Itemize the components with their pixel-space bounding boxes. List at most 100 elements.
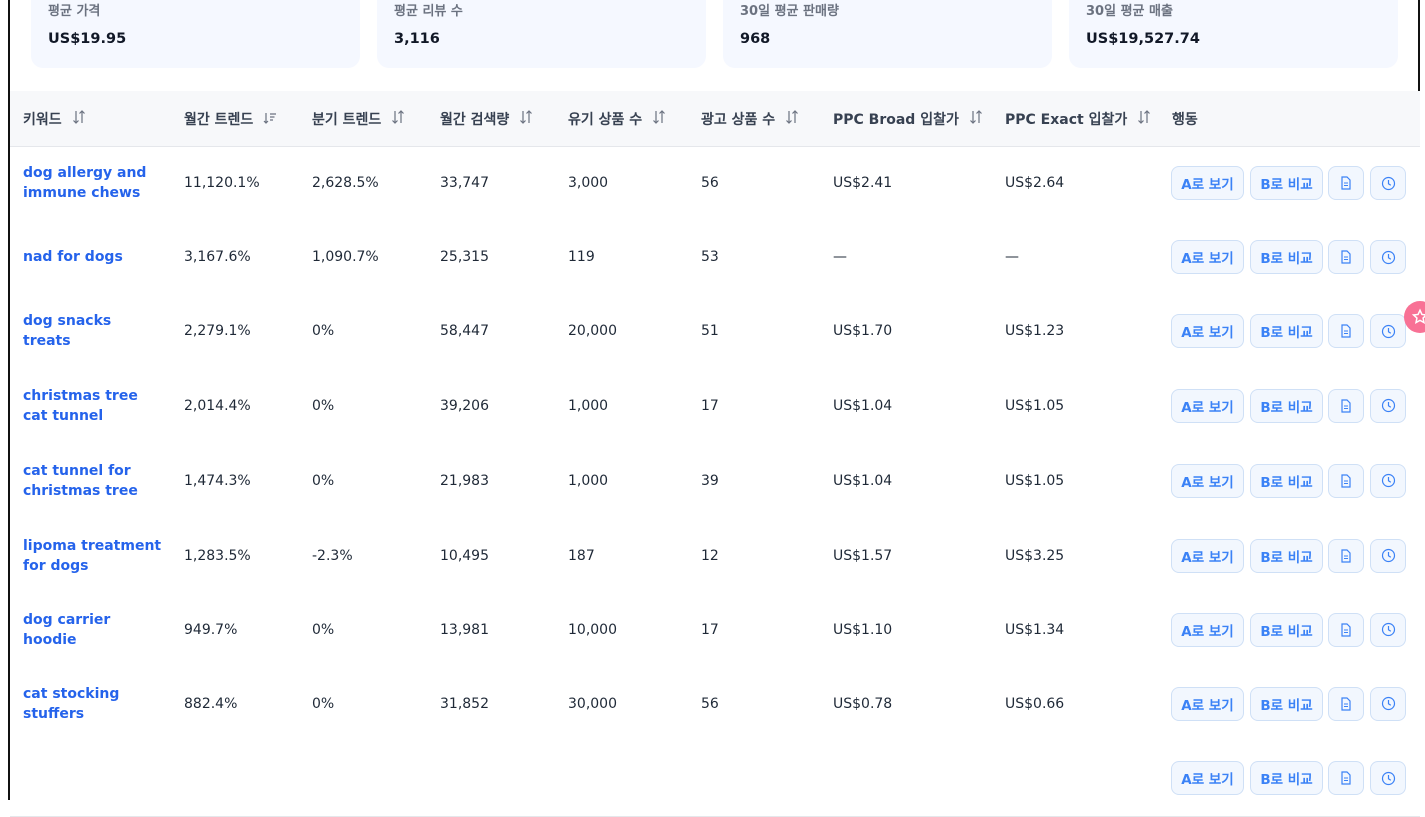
keyword-link[interactable]: dog snacks treats [23,311,163,351]
table-row: nad for dogs 3,167.6% 1,090.7% 25,315 119 53 —… [10,221,1420,296]
sort-both-icon[interactable] [519,110,533,128]
sort-desc-icon[interactable] [263,112,277,128]
clock-icon [1381,473,1395,488]
compare-b-button[interactable]: B로 비교 [1250,314,1323,348]
column-header-4[interactable]: 유기 상품 수 [568,109,666,129]
stat-value: 968 [740,31,771,47]
view-a-button[interactable]: A로 보기 [1171,314,1244,348]
column-header-1[interactable]: 월간 트렌드 [184,109,277,129]
cell-search: 33,747 [440,175,489,191]
view-a-button[interactable]: A로 보기 [1171,388,1244,423]
column-header-label: PPC Exact 입찰가 [1005,112,1128,128]
document-icon [1341,622,1351,637]
keyword-link[interactable]: nad for dogs [23,247,163,267]
cell-organic: 1,000 [568,472,609,489]
cell-search: 58,447 [440,323,489,339]
sort-both-icon[interactable] [785,110,799,128]
stat-value: US$19,527.74 [1086,31,1200,47]
keyword-link[interactable]: cat tunnel for christmas tree [23,461,163,501]
history-button[interactable] [1370,761,1406,795]
cell-organic: 30,000 [568,695,617,712]
column-header-7[interactable]: PPC Exact 입찰가 [1005,109,1151,129]
cell-exact: US$1.05 [1005,397,1065,414]
column-header-label: 광고 상품 수 [701,112,776,128]
table-row: lipoma treatment for dogs 1,283.5% -2.3% 10… [10,519,1420,595]
keyword-link[interactable]: cat stocking stuffers [23,684,163,724]
cell-monthly: 949.7% [184,621,238,638]
view-a-button[interactable]: A로 보기 [1171,463,1244,498]
column-header-label: 행동 [1172,112,1198,128]
document-button[interactable] [1328,612,1364,647]
view-a-button[interactable]: A로 보기 [1171,538,1244,573]
compare-b-button[interactable]: B로 비교 [1250,761,1323,795]
document-button[interactable] [1328,240,1364,274]
cell-organic: 10,000 [568,621,617,638]
compare-b-button[interactable]: B로 비교 [1250,538,1323,573]
compare-b-button[interactable]: B로 비교 [1250,612,1323,647]
table-row: dog allergy and immune chews 11,120.1% 2,6… [10,147,1420,222]
cell-exact: US$1.05 [1005,472,1065,489]
cell-quarterly: 0% [312,323,335,339]
cell-exact: US$1.34 [1005,621,1065,638]
view-a-button[interactable]: A로 보기 [1171,612,1244,647]
sort-both-icon[interactable] [72,110,86,128]
history-button[interactable] [1370,463,1406,498]
column-header-6[interactable]: PPC Broad 입찰가 [833,109,983,129]
document-button[interactable] [1328,538,1364,573]
compare-b-button[interactable]: B로 비교 [1250,388,1323,423]
document-button[interactable] [1328,463,1364,498]
column-header-label: 월간 검색량 [440,112,510,128]
document-button[interactable] [1328,388,1364,423]
stat-label: 30일 평균 판매량 [740,4,839,19]
column-header-5[interactable]: 광고 상품 수 [701,109,799,129]
document-icon [1341,324,1351,338]
compare-b-button[interactable]: B로 비교 [1250,240,1323,274]
document-button[interactable] [1328,761,1364,795]
history-button[interactable] [1370,240,1406,274]
compare-b-button[interactable]: B로 비교 [1250,686,1323,721]
history-button[interactable] [1370,538,1406,573]
column-header-0[interactable]: 키워드 [23,109,86,129]
cell-broad: US$1.70 [833,323,893,339]
column-header-label: 유기 상품 수 [568,112,643,128]
cell-organic: 187 [568,547,595,564]
sort-both-icon[interactable] [1137,110,1151,128]
view-a-button[interactable]: A로 보기 [1171,166,1244,200]
cell-quarterly: 0% [312,472,335,489]
column-header-2[interactable]: 분기 트렌드 [312,109,405,129]
stat-card-avg-price: 평균 가격 US$19.95 [31,0,360,68]
cell-broad: US$1.04 [833,472,893,489]
cell-search: 39,206 [440,397,489,414]
cell-monthly: 1,283.5% [184,547,251,564]
cell-organic: 20,000 [568,323,617,339]
cell-ads: 51 [701,323,719,339]
compare-b-button[interactable]: B로 비교 [1250,463,1323,498]
document-button[interactable] [1328,314,1364,348]
document-icon [1341,473,1351,488]
history-button[interactable] [1370,388,1406,423]
document-button[interactable] [1328,686,1364,721]
cell-search: 13,981 [440,621,489,638]
sort-both-icon[interactable] [969,110,983,128]
history-button[interactable] [1370,314,1406,348]
keyword-link[interactable]: dog allergy and immune chews [23,163,163,203]
keyword-link[interactable]: christmas tree cat tunnel [23,386,163,426]
document-button[interactable] [1328,166,1364,200]
sort-both-icon[interactable] [391,110,405,128]
sort-both-icon[interactable] [652,110,666,128]
keyword-link[interactable]: lipoma treatment for dogs [23,536,163,576]
history-button[interactable] [1370,612,1406,647]
view-a-button[interactable]: A로 보기 [1171,240,1244,274]
history-button[interactable] [1370,166,1406,200]
history-button[interactable] [1370,686,1406,721]
document-icon [1341,771,1351,785]
column-header-label: PPC Broad 입찰가 [833,112,959,128]
cell-exact: US$2.64 [1005,175,1065,191]
view-a-button[interactable]: A로 보기 [1171,761,1244,795]
cell-organic: 1,000 [568,397,609,414]
keyword-link[interactable]: dog carrier hoodie [23,610,163,650]
view-a-button[interactable]: A로 보기 [1171,686,1244,721]
column-header-3[interactable]: 월간 검색량 [440,109,533,129]
cell-ads: 17 [701,621,719,638]
compare-b-button[interactable]: B로 비교 [1250,166,1323,200]
